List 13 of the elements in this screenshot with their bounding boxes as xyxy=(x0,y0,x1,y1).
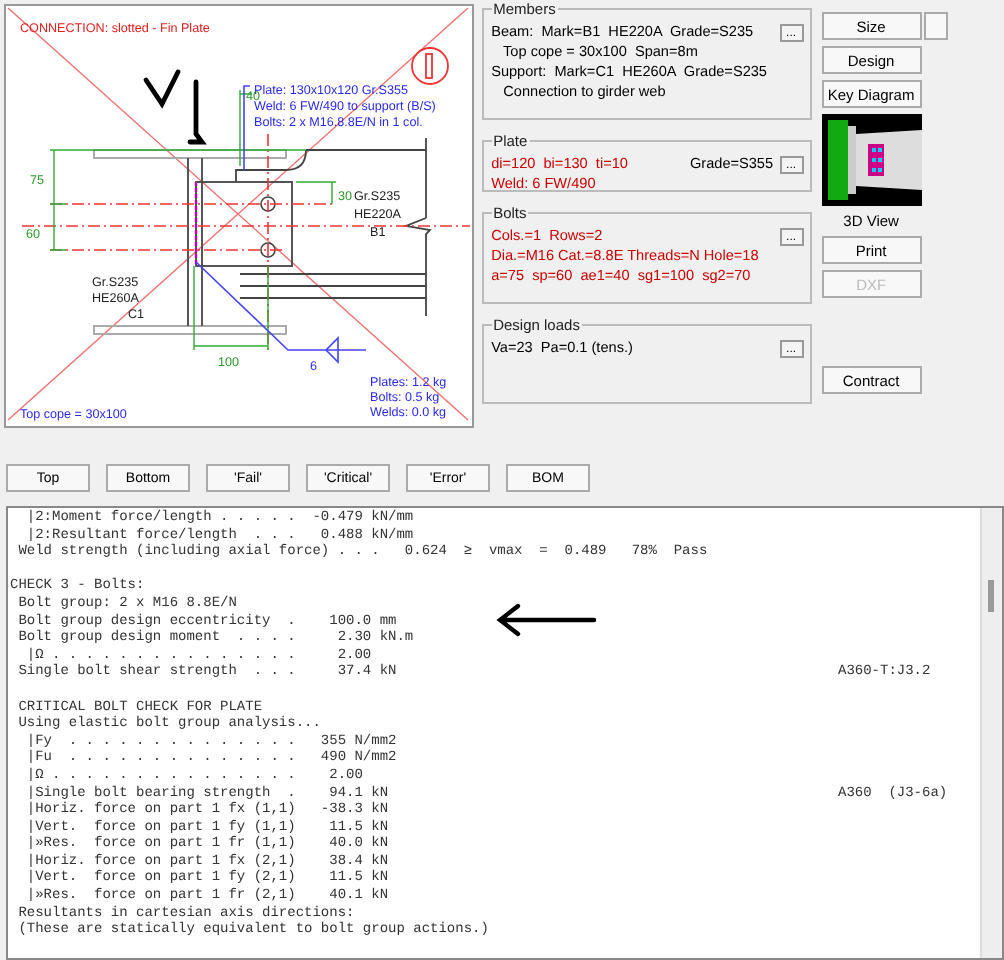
model-preview-icon[interactable] xyxy=(821,114,922,206)
dropdown-button[interactable] xyxy=(923,12,948,40)
leader-line xyxy=(195,261,315,351)
handwritten-mark xyxy=(143,69,207,145)
scrollbar[interactable] xyxy=(980,508,1002,958)
handwritten-arrow xyxy=(494,602,598,638)
bolt-hole xyxy=(260,242,276,258)
weld-line xyxy=(194,182,198,266)
scroll-thumb[interactable] xyxy=(988,580,994,612)
weld-symbol-icon xyxy=(313,336,367,363)
fin-plate xyxy=(195,181,293,267)
section-marker-icon xyxy=(411,47,449,85)
bolt-hole xyxy=(260,196,276,212)
